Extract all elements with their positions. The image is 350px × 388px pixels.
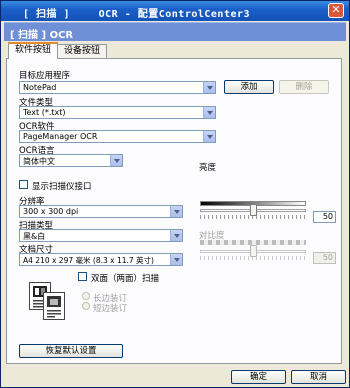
section-header: [ 扫描 ] OCR <box>4 22 346 41</box>
window-title: [ 扫描 ] OCR - 配置ControlCenter3 <box>23 5 250 20</box>
add-button[interactable]: 添加 <box>224 80 274 94</box>
scan-type-value: 黑&白 <box>23 232 46 241</box>
document-size-select[interactable]: A4 210 x 297 毫米 (8.3 x 11.7 英寸) <box>19 253 183 266</box>
ocr-software-select[interactable]: PageManager OCR <box>19 130 216 143</box>
duplex-checkbox[interactable] <box>78 272 87 281</box>
tab-software-button[interactable]: 软件按钮 <box>8 42 59 59</box>
ocr-language-value: 简体中文 <box>23 157 55 166</box>
cancel-button-label: 取消 <box>309 372 327 382</box>
target-app-label: 目标应用程序 <box>19 71 71 81</box>
add-button-label: 添加 <box>240 82 258 92</box>
brightness-slider[interactable] <box>249 204 257 216</box>
ocr-software-value: PageManager OCR <box>23 132 98 141</box>
duplex-label: 双面（两面）扫描 <box>91 274 160 284</box>
contrast-slider[interactable] <box>249 245 257 257</box>
chevron-down-icon <box>170 206 182 217</box>
file-type-value: Text (*.txt) <box>23 108 66 117</box>
document-size-value: A4 210 x 297 毫米 (8.3 x 11.7 英寸) <box>23 256 154 265</box>
title-bar[interactable]: [ 扫描 ] OCR - 配置ControlCenter3 ✕ <box>1 1 349 21</box>
close-icon: ✕ <box>331 3 341 16</box>
title-text: OCR - 配置ControlCenter3 <box>98 9 251 20</box>
resolution-select[interactable]: 300 x 300 dpi <box>19 205 183 218</box>
resolution-value: 300 x 300 dpi <box>23 207 79 216</box>
short-edge-radio[interactable] <box>82 302 90 310</box>
long-edge-radio[interactable] <box>82 292 90 300</box>
tab-software-button-label: 软件按钮 <box>15 45 52 55</box>
target-app-value: NotePad <box>23 83 57 92</box>
brightness-label: 亮度 <box>199 163 217 173</box>
chevron-down-icon <box>110 155 122 166</box>
duplex-document-back-icon <box>43 292 65 320</box>
chevron-down-icon <box>203 131 215 142</box>
ocr-language-select[interactable]: 简体中文 <box>19 154 123 167</box>
ok-button[interactable]: 确定 <box>231 370 286 384</box>
tab-device-button[interactable]: 设备按钮 <box>57 44 108 58</box>
delete-button[interactable]: 删除 <box>279 80 329 94</box>
title-bracket: [ 扫描 ] <box>23 9 71 20</box>
delete-button-label: 删除 <box>295 82 313 92</box>
chevron-down-icon <box>170 230 182 241</box>
config-dialog: [ 扫描 ] OCR - 配置ControlCenter3 ✕ [ 扫描 ] O… <box>0 0 350 388</box>
section-header-text: [ 扫描 ] OCR <box>10 30 74 41</box>
ok-button-label: 确定 <box>249 372 267 382</box>
brightness-value-field[interactable]: 50 <box>313 211 336 223</box>
restore-defaults-label: 恢复默认设置 <box>45 346 97 356</box>
chevron-down-icon <box>203 107 215 118</box>
show-scanner-interface-checkbox[interactable] <box>19 180 28 189</box>
target-app-select[interactable]: NotePad <box>19 81 216 94</box>
scan-type-select[interactable]: 黑&白 <box>19 229 183 242</box>
settings-panel: 目标应用程序 NotePad 添加 删除 文件类型 Text (*.txt) O… <box>6 58 342 364</box>
short-edge-label: 短边装订 <box>93 304 128 314</box>
close-button[interactable]: ✕ <box>328 3 344 18</box>
file-type-select[interactable]: Text (*.txt) <box>19 106 216 119</box>
tab-device-button-label: 设备按钮 <box>64 46 101 56</box>
cancel-button[interactable]: 取消 <box>291 370 346 384</box>
show-scanner-interface-label: 显示扫描仪接口 <box>32 182 92 192</box>
contrast-value-field[interactable]: 50 <box>313 252 336 264</box>
chevron-down-icon <box>203 82 215 93</box>
chevron-down-icon <box>170 254 182 265</box>
restore-defaults-button[interactable]: 恢复默认设置 <box>19 344 123 358</box>
